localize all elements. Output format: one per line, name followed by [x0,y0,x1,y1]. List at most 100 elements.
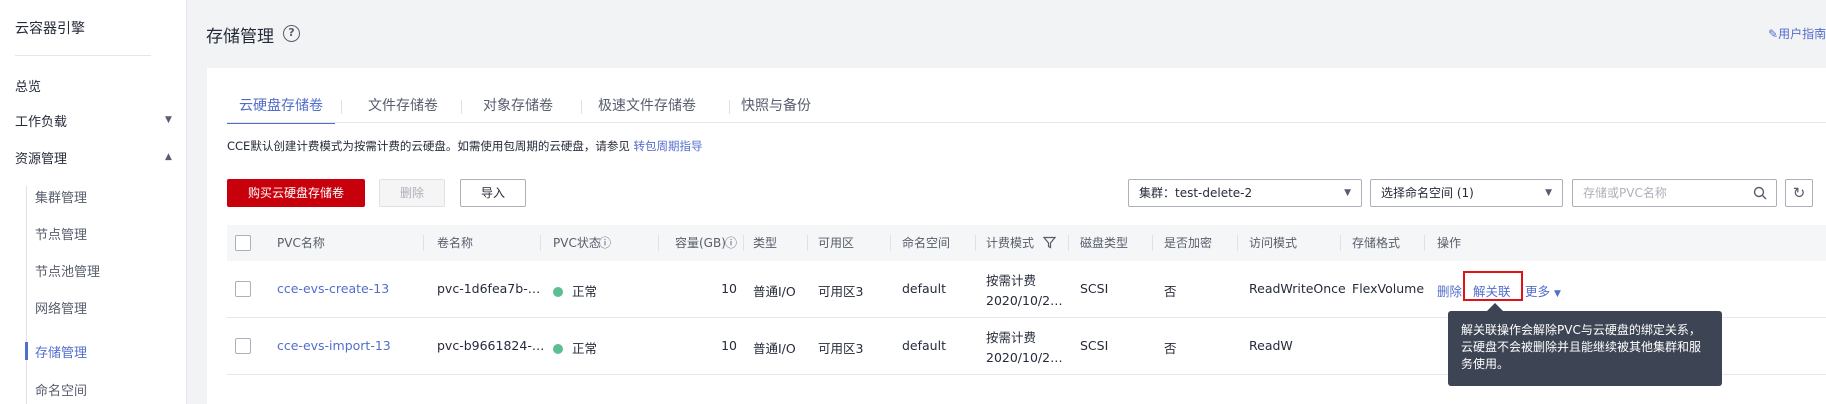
sidebar-item-overview[interactable]: 总览 [15,76,41,95]
active-indicator [25,342,28,360]
search-box [1572,179,1777,207]
pvc-name-link[interactable]: cce-evs-import-13 [277,338,417,353]
sidebar-item-node-pools[interactable]: 节点池管理 [35,261,100,280]
col-pvc-name: PVC名称 [277,236,325,250]
refresh-button[interactable]: ↻ [1785,179,1813,207]
notice-text: CCE默认创建计费模式为按需计费的云硬盘。如需使用包周期的云硬盘，请参见 [227,139,634,153]
tab-divider [729,100,730,114]
col-storage-format: 存储格式 [1352,236,1401,250]
tab-divider [581,100,582,114]
tab-divider [461,100,462,114]
row-checkbox[interactable] [235,338,251,354]
pvc-status: 正常 [553,281,597,300]
sidebar-divider [15,55,151,56]
edit-icon: ✎ [1768,27,1779,41]
select-all-checkbox[interactable] [235,235,251,251]
col-divider [1424,235,1425,251]
billing-time: 2020/10/20 14... [986,293,1070,308]
delete-button[interactable]: 删除 [379,179,445,207]
sidebar-item-networks[interactable]: 网络管理 [35,298,87,317]
tab-obs[interactable]: 对象存储卷 [471,96,565,120]
col-az: 可用区 [818,236,855,250]
tooltip-line: 务使用。 [1461,357,1510,371]
namespace-select[interactable]: 选择命名空间 (1) ▼ [1370,179,1563,207]
user-guide-link[interactable]: ✎用户指南 [1768,25,1826,42]
chevron-down-icon[interactable]: ▼ [165,115,172,125]
pvc-status-label: 正常 [572,341,598,356]
tab-baseline [227,122,1826,123]
col-divider [423,235,424,251]
sidebar-item-workloads[interactable]: 工作负载 [15,111,67,130]
filter-icon[interactable] [1042,225,1057,261]
access-mode: ReadW [1249,338,1293,353]
sidebar-item-storage[interactable]: 存储管理 [35,342,87,361]
more-label: 更多 [1525,284,1551,299]
status-ok-icon [553,344,563,354]
buy-evs-volume-button[interactable]: 购买云硬盘存储卷 [227,179,365,207]
delete-link[interactable]: 删除 [1437,281,1462,300]
tooltip-arrow [1487,303,1503,311]
tab-sfs-turbo[interactable]: 极速文件存储卷 [586,96,708,120]
info-icon[interactable]: ⓘ [725,225,737,261]
tab-divider [341,100,342,114]
cluster-select[interactable]: 集群：test-delete-2 ▼ [1128,179,1362,207]
capacity: 10 [721,281,737,296]
cluster-select-value: 集群：test-delete-2 [1139,186,1253,200]
pvc-name-link[interactable]: cce-evs-create-13 [277,281,417,296]
filter-icon-glyph [1042,236,1057,249]
help-icon[interactable]: ? [283,25,300,42]
tooltip-line: 解关联操作会解除PVC与云硬盘的绑定关系， [1461,323,1701,337]
renewal-guide-link[interactable]: 转包周期指导 [633,139,702,153]
col-divider [890,235,891,251]
user-guide-label: 用户指南 [1778,27,1826,41]
col-namespace: 命名空间 [902,236,951,250]
sidebar-item-clusters[interactable]: 集群管理 [35,187,87,206]
tab-evs[interactable]: 云硬盘存储卷 [227,96,335,124]
col-divider [807,235,808,251]
col-pvc-status: PVC状态 [553,236,601,250]
col-divider [743,235,744,251]
status-ok-icon [553,287,563,297]
col-actions: 操作 [1437,236,1462,250]
volume-name: pvc-b9661824-047f... [437,338,547,353]
search-input[interactable] [1573,180,1733,206]
chevron-up-icon[interactable]: ▲ [165,152,172,162]
unbind-highlight-box [1463,271,1523,301]
namespace: default [902,281,946,296]
tab-sfs[interactable]: 文件存储卷 [356,96,450,120]
sidebar-item-resources[interactable]: 资源管理 [15,148,67,167]
search-icon[interactable] [1753,186,1767,200]
sidebar-item-namespaces[interactable]: 命名空间 [35,380,87,399]
col-divider [1068,235,1069,251]
sidebar-item-nodes[interactable]: 节点管理 [35,224,87,243]
storage-format: FlexVolume [1352,281,1425,296]
page-title: 存储管理 [206,27,274,47]
more-menu[interactable]: 更多 ▼ [1525,281,1561,300]
namespace: default [902,338,946,353]
volume-name: pvc-1d6fea7b-951c... [437,281,547,296]
caret-down-icon: ▼ [1554,289,1561,299]
disk-io-type: 普通I/O [753,284,796,299]
billing-notice: CCE默认创建计费模式为按需计费的云硬盘。如需使用包周期的云硬盘，请参见 转包周… [227,138,702,154]
submenu-guide-line [26,186,27,404]
import-button[interactable]: 导入 [460,179,526,207]
info-icon[interactable]: ⓘ [599,225,611,261]
col-type: 类型 [753,236,778,250]
access-mode: ReadWriteOnce [1249,281,1346,296]
row-checkbox[interactable] [235,281,251,297]
table-row: cce-evs-create-13 pvc-1d6fea7b-951c... 正… [227,261,1826,318]
col-divider [975,235,976,251]
tab-snapshots[interactable]: 快照与备份 [729,96,823,120]
col-divider [1340,235,1341,251]
unbind-tooltip: 解关联操作会解除PVC与云硬盘的绑定关系， 云硬盘不会被删除并且能继续被其他集群… [1448,311,1722,386]
tooltip-line: 云硬盘不会被删除并且能继续被其他集群和服 [1461,340,1702,354]
table-header: PVC名称 卷名称 PVC状态 ⓘ 容量(GB) ⓘ 类型 可用区 命名空间 计… [227,225,1826,261]
encrypted: 否 [1164,284,1177,299]
pvc-status-label: 正常 [572,284,598,299]
col-divider [540,235,541,251]
billing-mode: 按需计费 [986,273,1037,288]
encrypted: 否 [1164,341,1177,356]
col-access-mode: 访问模式 [1249,236,1298,250]
col-divider [1237,235,1238,251]
availability-zone: 可用区3 [818,284,864,299]
